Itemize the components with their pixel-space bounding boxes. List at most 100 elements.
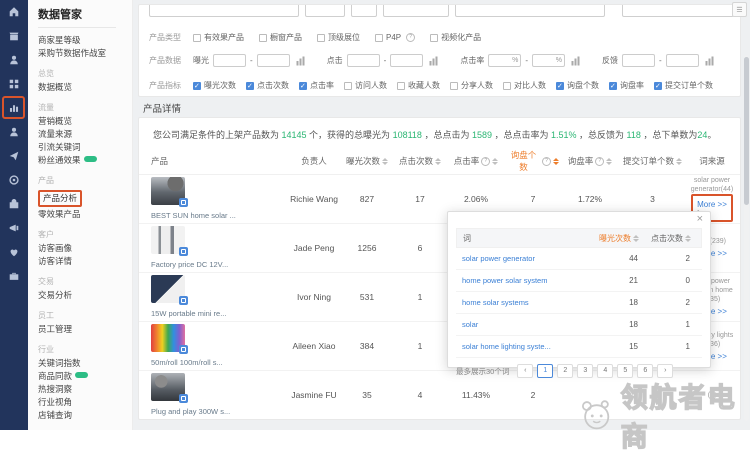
popup-keyword-link[interactable]: home power solar system — [456, 276, 586, 285]
sidebar-item-2-1[interactable]: 零效果产品 — [38, 208, 132, 221]
bag-icon[interactable] — [0, 192, 28, 216]
sidebar-item-6-1[interactable]: 商品同款 — [38, 370, 132, 383]
sidebar-item-0-0[interactable]: 数据概览 — [38, 81, 132, 94]
popup-keyword-link[interactable]: solar — [456, 320, 586, 329]
checkbox-icon[interactable] — [375, 34, 383, 42]
sidebar-item-3-0[interactable]: 访客画像 — [38, 242, 132, 255]
checkbox-icon[interactable] — [503, 82, 511, 90]
range-max-input[interactable] — [390, 54, 423, 67]
popup-keyword-link[interactable]: solar power generator — [456, 254, 586, 263]
close-icon[interactable]: × — [697, 213, 703, 225]
sort-icon[interactable] — [606, 158, 612, 165]
histogram-icon[interactable] — [296, 56, 305, 66]
bar-chart-icon[interactable] — [0, 96, 28, 120]
metric-checkbox-7[interactable]: 询盘个数 — [556, 80, 599, 91]
checkbox-icon[interactable] — [317, 34, 325, 42]
column-header-6[interactable]: 询盘率? — [559, 155, 621, 167]
page-button-‹[interactable]: ‹ — [517, 364, 533, 378]
sort-icon[interactable] — [685, 235, 691, 242]
filter-select-2[interactable] — [305, 4, 345, 17]
sidebar-item-6-4[interactable]: 店铺查询 — [38, 409, 132, 422]
column-header-5[interactable]: 询盘个数? — [507, 149, 559, 173]
sidebar-item-3-1[interactable]: 访客详情 — [38, 255, 132, 268]
page-button-1[interactable]: 1 — [537, 364, 553, 378]
product-name[interactable]: 50m/roll 100m/roll s... — [151, 357, 271, 368]
similar-image-icon[interactable] — [179, 296, 188, 305]
metric-checkbox-6[interactable]: 对比人数 — [503, 80, 546, 91]
checkbox-icon[interactable] — [193, 34, 201, 42]
type-checkbox-3[interactable]: P4P? — [375, 32, 415, 43]
metric-checkbox-9[interactable]: 提交订单个数 — [654, 80, 713, 91]
heart-icon[interactable] — [0, 240, 28, 264]
range-min-input[interactable] — [622, 54, 655, 67]
filter-select-3[interactable] — [351, 4, 377, 17]
similar-image-icon[interactable] — [179, 198, 188, 207]
sidebar-item-5-0[interactable]: 员工管理 — [38, 323, 132, 336]
floating-widget-icon[interactable]: ☰ — [732, 2, 747, 17]
store-icon[interactable] — [0, 24, 28, 48]
checkbox-icon[interactable] — [654, 82, 662, 90]
checkbox-icon[interactable] — [609, 82, 617, 90]
checkbox-icon[interactable] — [246, 82, 254, 90]
sort-icon[interactable] — [633, 235, 639, 242]
info-icon[interactable]: ? — [595, 157, 604, 166]
search-input[interactable] — [455, 4, 605, 17]
user-icon[interactable] — [0, 48, 28, 72]
column-header-7[interactable]: 提交订单个数 — [621, 155, 684, 167]
sidebar-item-top-0[interactable]: 商家星等级 — [38, 34, 132, 47]
apps-grid-icon[interactable] — [0, 72, 28, 96]
sidebar-item-4-0[interactable]: 交易分析 — [38, 289, 132, 302]
sort-icon[interactable] — [435, 158, 441, 165]
checkbox-icon[interactable] — [299, 82, 307, 90]
megaphone-icon[interactable] — [0, 216, 28, 240]
checkbox-icon[interactable] — [259, 34, 267, 42]
sidebar-item-1-1[interactable]: 流量来源 — [38, 128, 132, 141]
product-name[interactable]: 15W portable mini re... — [151, 308, 271, 319]
home-icon[interactable] — [0, 0, 28, 24]
range-min-input[interactable] — [213, 54, 246, 67]
metric-checkbox-5[interactable]: 分享人数 — [450, 80, 493, 91]
briefcase-icon[interactable] — [0, 264, 28, 288]
checkbox-icon[interactable] — [344, 82, 352, 90]
page-button-›[interactable]: › — [657, 364, 673, 378]
info-icon[interactable]: ? — [542, 157, 551, 166]
sort-icon[interactable] — [492, 158, 498, 165]
product-name[interactable]: Factory price DC 12V... — [151, 259, 271, 270]
filter-select-4[interactable] — [383, 4, 449, 17]
product-image[interactable] — [151, 324, 185, 352]
sidebar-item-6-2[interactable]: 热搜洞察 — [38, 383, 132, 396]
filter-select-1[interactable] — [149, 4, 299, 17]
metric-checkbox-2[interactable]: 点击率 — [299, 80, 334, 91]
checkbox-icon[interactable] — [556, 82, 564, 90]
info-icon[interactable]: ? — [406, 33, 415, 42]
customer-icon[interactable] — [0, 120, 28, 144]
type-checkbox-4[interactable]: 视频化产品 — [430, 32, 481, 43]
checkbox-icon[interactable] — [430, 34, 438, 42]
popup-keyword-link[interactable]: home solar systems — [456, 298, 586, 307]
metric-checkbox-1[interactable]: 点击次数 — [246, 80, 289, 91]
sidebar-item-1-2[interactable]: 引流关键词 — [38, 141, 132, 154]
page-button-3[interactable]: 3 — [577, 364, 593, 378]
page-button-2[interactable]: 2 — [557, 364, 573, 378]
sidebar-item-6-3[interactable]: 行业视角 — [38, 396, 132, 409]
similar-image-icon[interactable] — [179, 345, 188, 354]
similar-image-icon[interactable] — [179, 394, 188, 403]
range-min-input[interactable] — [347, 54, 380, 67]
range-max-input[interactable] — [666, 54, 699, 67]
histogram-icon[interactable] — [429, 56, 438, 66]
type-checkbox-1[interactable]: 橱窗产品 — [259, 32, 302, 43]
product-image[interactable] — [151, 275, 185, 303]
product-image[interactable] — [151, 226, 185, 254]
product-name[interactable]: Plug and play 300W s... — [151, 406, 271, 417]
column-header-3[interactable]: 点击次数 — [395, 155, 445, 167]
filter-select-5[interactable] — [622, 4, 734, 17]
product-image[interactable] — [151, 373, 185, 401]
product-name[interactable]: BEST SUN home solar ... — [151, 210, 271, 221]
page-button-6[interactable]: 6 — [637, 364, 653, 378]
histogram-icon[interactable] — [705, 56, 714, 66]
product-image[interactable] — [151, 177, 185, 205]
checkbox-icon[interactable] — [193, 82, 201, 90]
range-max-input[interactable]: % — [532, 54, 565, 67]
send-icon[interactable] — [0, 144, 28, 168]
scrollbar-thumb[interactable] — [744, 57, 749, 205]
